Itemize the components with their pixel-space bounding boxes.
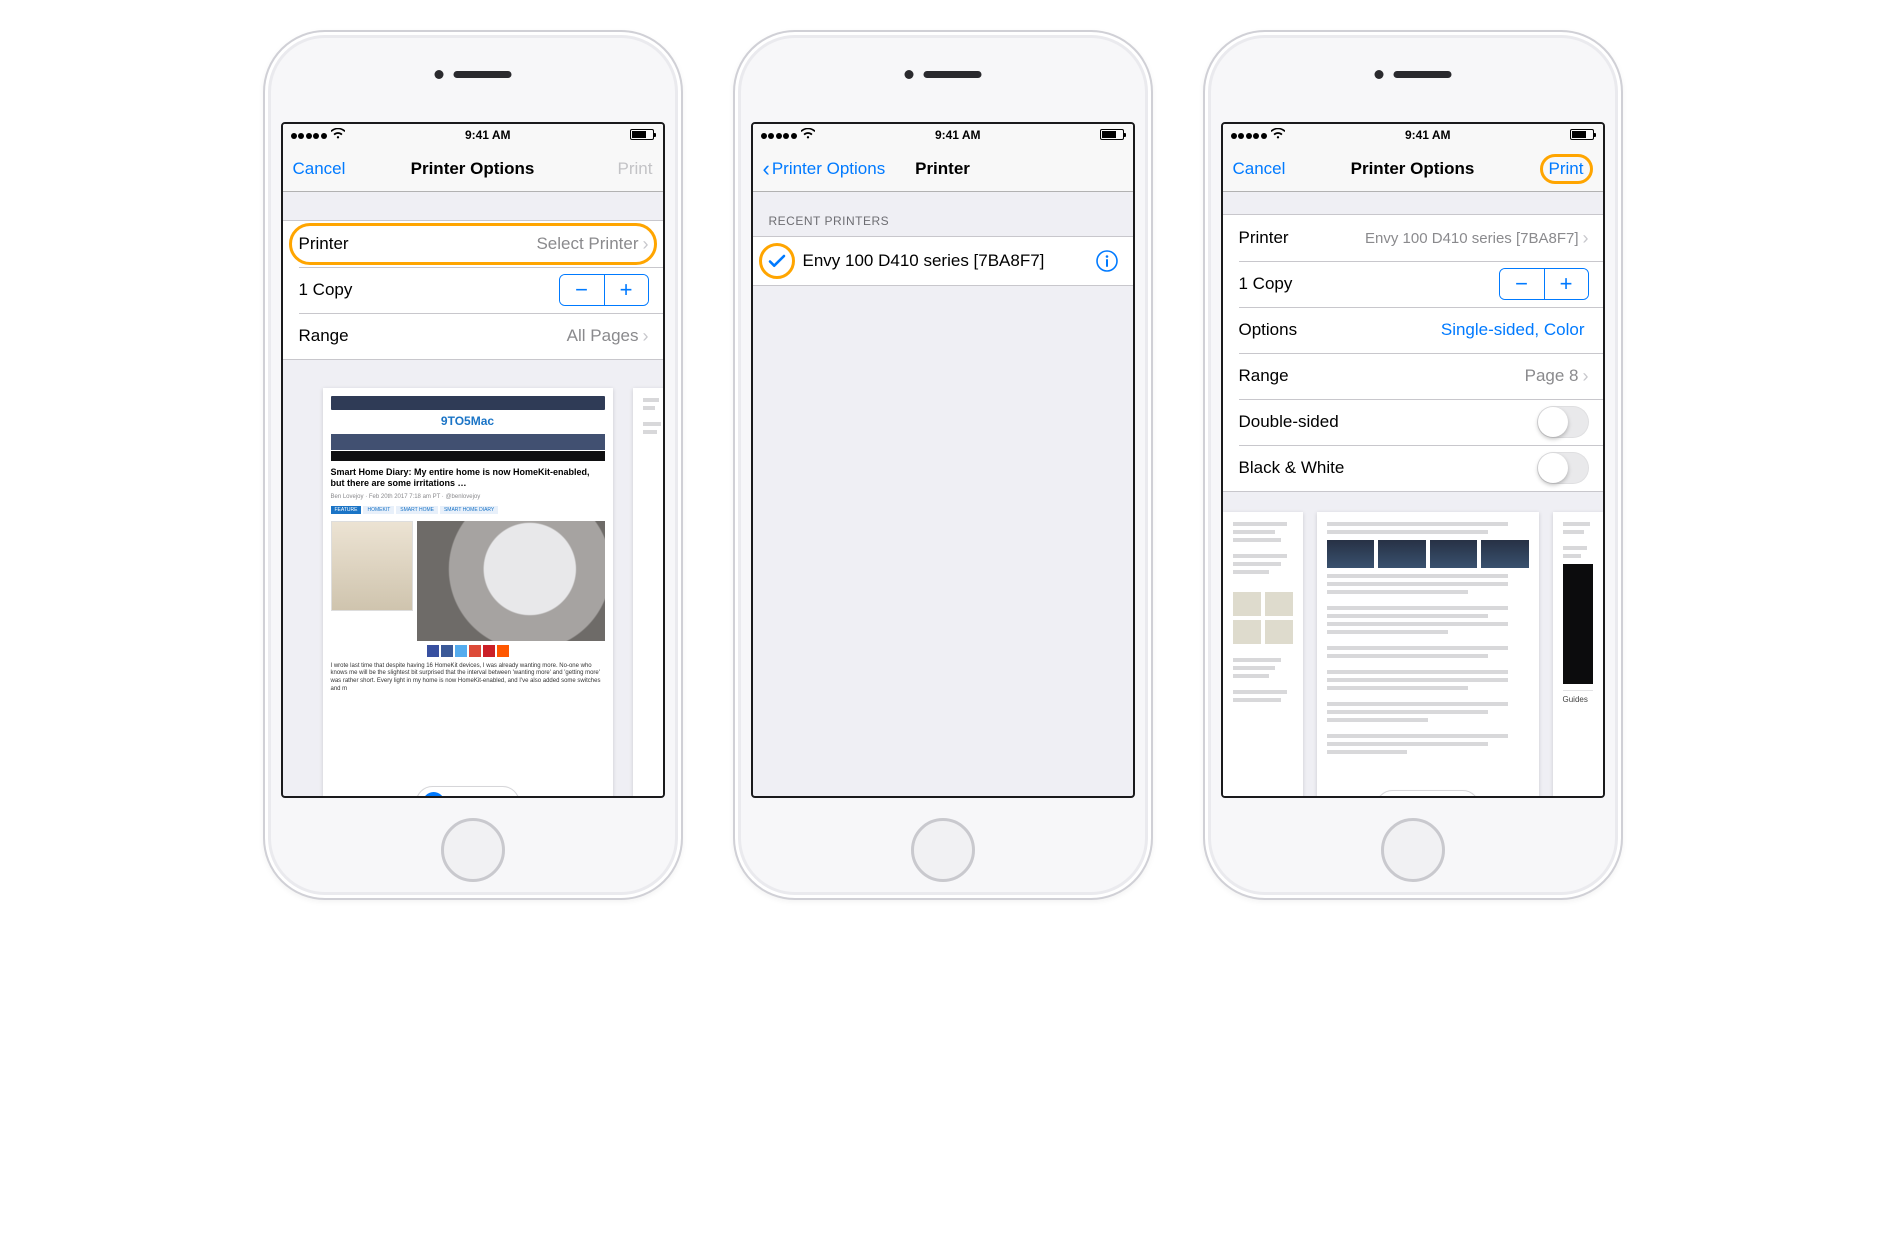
options-label: Options <box>1239 320 1298 340</box>
copies-stepper[interactable]: − + <box>1499 268 1589 300</box>
status-time: 9:41 AM <box>1405 128 1451 142</box>
printer-name: Envy 100 D410 series [7BA8F7] <box>803 251 1081 271</box>
options-row[interactable]: Options Single-sided, Color <box>1223 307 1603 353</box>
bw-row: Black & White <box>1223 445 1603 491</box>
copies-stepper[interactable]: − + <box>559 274 649 306</box>
print-button: Print <box>618 159 653 179</box>
chevron-right-icon: › <box>1583 228 1589 249</box>
nav-bar: ‹ Printer Options Printer <box>753 146 1133 192</box>
printer-row[interactable]: Printer Envy 100 D410 series [7BA8F7] › <box>1223 215 1603 261</box>
page-thumbnail-prev[interactable] <box>1223 512 1303 796</box>
check-icon <box>422 792 444 796</box>
signal-icon <box>761 128 799 142</box>
bw-label: Black & White <box>1239 458 1345 478</box>
copies-label: 1 Copy <box>299 280 353 300</box>
range-value: All Pages <box>567 326 639 346</box>
range-row[interactable]: Range All Pages › <box>283 313 663 359</box>
phone-2: 9:41 AM ‹ Printer Options Printer RECENT… <box>733 30 1153 900</box>
printer-row[interactable]: Printer Select Printer › <box>283 221 663 267</box>
printer-label: Printer <box>1239 228 1289 248</box>
battery-icon <box>1570 129 1594 140</box>
signal-icon <box>1231 128 1269 142</box>
range-label: Range <box>299 326 349 346</box>
signal-icon <box>291 128 329 142</box>
page-selector[interactable]: Page 1 <box>415 786 520 796</box>
copies-row: 1 Copy − + <box>283 267 663 313</box>
stepper-minus-button[interactable]: − <box>1500 269 1544 299</box>
battery-icon <box>630 129 654 140</box>
printer-list-item[interactable]: Envy 100 D410 series [7BA8F7] <box>753 236 1133 286</box>
page-thumbnail[interactable]: 9TO5Mac Smart Home Diary: My entire home… <box>323 388 613 796</box>
chevron-right-icon: › <box>1583 366 1589 387</box>
nav-title: Printer Options <box>411 159 535 179</box>
status-bar: 9:41 AM <box>753 124 1133 146</box>
article-brand: 9TO5Mac <box>331 414 605 430</box>
cancel-button[interactable]: Cancel <box>1233 159 1286 179</box>
chevron-right-icon: › <box>643 234 649 255</box>
print-button[interactable]: Print <box>1540 154 1593 184</box>
nav-bar: Cancel Printer Options Print <box>283 146 663 192</box>
status-time: 9:41 AM <box>935 128 981 142</box>
preview-area[interactable]: Page 8 Guides <box>1223 492 1603 796</box>
status-bar: 9:41 AM <box>1223 124 1603 146</box>
selected-check-icon <box>765 249 789 273</box>
status-bar: 9:41 AM <box>283 124 663 146</box>
double-sided-toggle[interactable] <box>1537 406 1589 438</box>
nav-title: Printer Options <box>1351 159 1475 179</box>
chevron-right-icon: › <box>643 326 649 347</box>
page-thumbnail[interactable]: Page 8 <box>1317 512 1539 796</box>
recent-printers-header: RECENT PRINTERS <box>753 192 1133 236</box>
battery-icon <box>1100 129 1124 140</box>
article-headline: Smart Home Diary: My entire home is now … <box>331 467 605 490</box>
cancel-button[interactable]: Cancel <box>293 159 346 179</box>
range-value: Page 8 <box>1525 366 1579 386</box>
back-button[interactable]: ‹ Printer Options <box>763 156 886 182</box>
phone-3: 9:41 AM Cancel Printer Options Print Pri… <box>1203 30 1623 900</box>
preview-area[interactable]: 9TO5Mac Smart Home Diary: My entire home… <box>283 360 663 796</box>
info-icon[interactable] <box>1095 249 1119 273</box>
home-button[interactable] <box>441 818 505 882</box>
page-thumbnail-next[interactable]: Guides <box>1553 512 1603 796</box>
copies-row: 1 Copy − + <box>1223 261 1603 307</box>
nav-bar: Cancel Printer Options Print <box>1223 146 1603 192</box>
wifi-icon <box>331 128 345 142</box>
stepper-plus-button[interactable]: + <box>1544 269 1588 299</box>
options-value: Single-sided, Color <box>1441 320 1585 340</box>
range-row[interactable]: Range Page 8 › <box>1223 353 1603 399</box>
page-label: Page 1 <box>452 794 503 796</box>
printer-value: Envy 100 D410 series [7BA8F7] <box>1365 230 1578 247</box>
printer-label: Printer <box>299 234 349 254</box>
copies-label: 1 Copy <box>1239 274 1293 294</box>
page-selector[interactable]: Page 8 <box>1375 790 1480 796</box>
phone-1: 9:41 AM Cancel Printer Options Print Pri… <box>263 30 683 900</box>
chevron-left-icon: ‹ <box>763 156 770 182</box>
wifi-icon <box>801 128 815 142</box>
article-tags: FEATUREHOMEKITSMART HOMESMART HOME DIARY <box>331 506 605 515</box>
double-sided-label: Double-sided <box>1239 412 1339 432</box>
range-label: Range <box>1239 366 1289 386</box>
bw-toggle[interactable] <box>1537 452 1589 484</box>
stepper-plus-button[interactable]: + <box>604 275 648 305</box>
wifi-icon <box>1271 128 1285 142</box>
status-time: 9:41 AM <box>465 128 511 142</box>
home-button[interactable] <box>1381 818 1445 882</box>
nav-title: Printer <box>915 159 970 179</box>
double-sided-row: Double-sided <box>1223 399 1603 445</box>
home-button[interactable] <box>911 818 975 882</box>
printer-value: Select Printer <box>536 234 638 254</box>
stepper-minus-button[interactable]: − <box>560 275 604 305</box>
page-thumbnail-next[interactable] <box>633 388 663 796</box>
